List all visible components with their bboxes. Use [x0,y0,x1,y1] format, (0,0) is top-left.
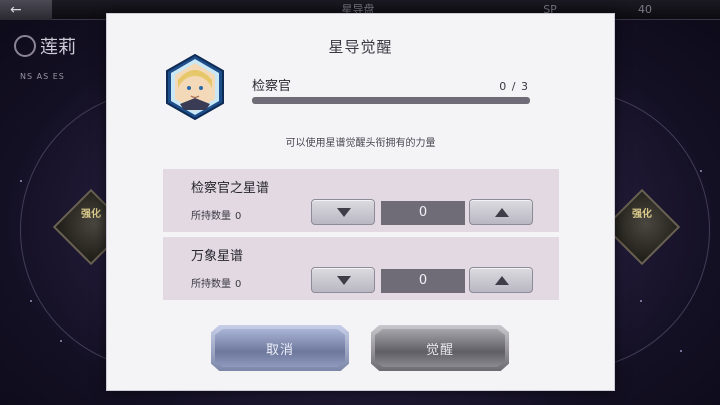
item-name: 万象星谱 [191,249,244,264]
owned-label: 所持数量 [191,211,231,222]
stat-row: NS AS ES [20,72,65,81]
owned-value: 0 [235,211,242,222]
arrow-down-icon [337,208,351,217]
item-name: 检察官之星谱 [191,181,270,196]
awakening-dialog: 星导觉醒 检察官 0 / 3 可以使用星谱觉醒头衔拥有的力量 检察官之星谱 所持… [106,13,615,391]
decrease-button[interactable] [311,267,375,293]
increase-button[interactable] [469,267,533,293]
rank-count: 0 / 3 [499,80,529,93]
sp-value: 40 [638,3,652,16]
rank-name: 检察官 [252,79,292,94]
decrease-button[interactable] [311,199,375,225]
quantity-display: 0 [381,201,465,225]
right-enhance-label: 强化 [632,209,652,220]
star-decoration [30,300,32,302]
item-row: 万象星谱 所持数量 0 0 [163,237,559,300]
awaken-button[interactable]: 觉醒 [371,325,509,371]
star-decoration [680,350,682,352]
item-row: 检察官之星谱 所持数量 0 0 [163,169,559,232]
awaken-label: 觉醒 [425,342,454,358]
star-decoration [640,300,642,302]
quantity-display: 0 [381,269,465,293]
cancel-label: 取消 [265,342,294,358]
character-name: 莲莉 [40,37,76,58]
character-portrait-icon [162,54,228,120]
star-decoration [20,180,22,182]
item-owned: 所持数量 0 [191,275,241,290]
character-title: 莲莉 [14,33,76,59]
owned-value: 0 [235,279,242,290]
arrow-up-icon [495,208,509,217]
arrow-up-icon [495,276,509,285]
arrow-down-icon [337,276,351,285]
star-decoration [700,170,702,172]
star-decoration [60,340,62,342]
back-arrow-icon[interactable]: ← [0,0,52,20]
rank-progress-bar [252,97,530,104]
owned-label: 所持数量 [191,279,231,290]
swirl-icon [14,35,36,57]
item-owned: 所持数量 0 [191,207,241,222]
dialog-description: 可以使用星谱觉醒头衔拥有的力量 [285,138,436,149]
increase-button[interactable] [469,199,533,225]
cancel-button[interactable]: 取消 [211,325,349,371]
